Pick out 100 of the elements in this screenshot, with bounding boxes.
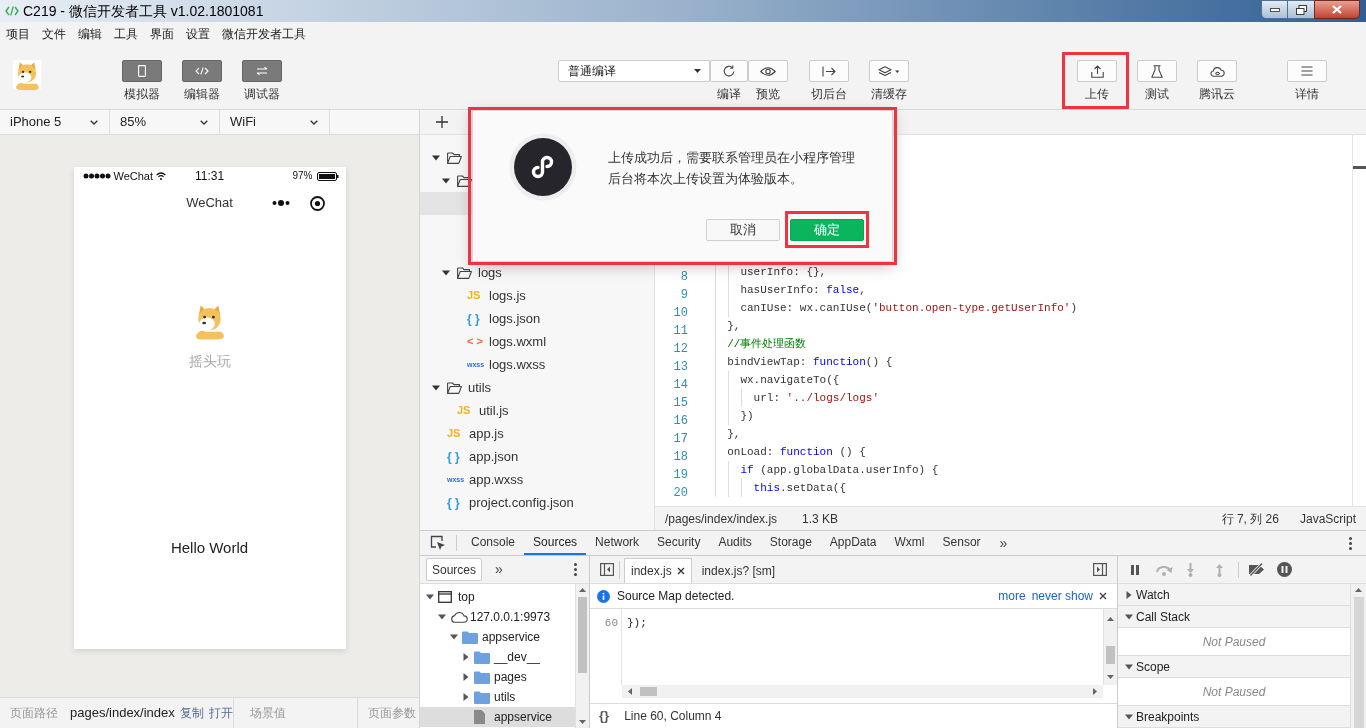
file-name[interactable]: logs.wxss <box>489 354 546 375</box>
close-icon <box>1332 5 1342 14</box>
code-line: url: '../logs/logs' <box>753 391 880 406</box>
chevron-down-icon <box>90 119 98 125</box>
caret-down-icon[interactable] <box>438 613 446 621</box>
caret-down-icon[interactable] <box>442 268 450 277</box>
clear-cache-button[interactable]: 清缓存 <box>869 46 909 101</box>
compile-button[interactable]: 编译 <box>710 46 748 101</box>
caret-down-icon[interactable] <box>1125 612 1133 621</box>
restore-button[interactable] <box>1288 0 1314 19</box>
file-name[interactable]: project.config.json <box>469 492 574 513</box>
source-tree-label[interactable]: 127.0.0.1:9973 <box>470 608 551 626</box>
caret-down-icon[interactable] <box>1125 662 1133 671</box>
background-button[interactable]: 切后台 <box>809 46 849 101</box>
folder-icon <box>474 690 490 704</box>
devtools-tab[interactable]: Audits <box>709 531 761 555</box>
caret-right-icon[interactable] <box>1125 590 1133 599</box>
pretty-print-button[interactable]: {} <box>599 706 610 726</box>
simulator-toggle-button[interactable]: 模拟器 <box>122 46 162 101</box>
caret-right-icon[interactable] <box>462 653 470 661</box>
caret-down-icon[interactable] <box>442 176 450 185</box>
debugger-toggle-button[interactable]: 调试器 <box>242 46 282 101</box>
scroll-down-arrow-icon <box>579 720 586 724</box>
menu-item[interactable]: 文件 <box>42 26 66 42</box>
infobar-link[interactable]: never show <box>1031 587 1093 605</box>
zoom-select[interactable]: 85% <box>110 110 220 134</box>
close-icon[interactable] <box>1099 592 1107 600</box>
source-tree-label[interactable]: top <box>458 588 475 606</box>
sidebar-toggle-icon[interactable] <box>600 563 614 576</box>
caret-down-icon[interactable] <box>432 383 440 392</box>
source-tab[interactable]: index.js? [sm] <box>694 558 783 583</box>
battery-percent: 97% <box>292 169 313 183</box>
network-select[interactable]: WiFi <box>220 110 330 134</box>
file-name[interactable]: app.js <box>469 423 504 444</box>
source-tree-label[interactable]: appservice <box>494 708 553 726</box>
devtools-tab[interactable]: Wxml <box>885 531 934 555</box>
device-select[interactable]: iPhone 5 <box>0 110 110 134</box>
source-tree-label[interactable]: pages <box>494 668 527 686</box>
file-name[interactable]: logs.js <box>489 285 526 306</box>
page-action-link[interactable]: 打开 <box>208 704 233 722</box>
menu-item[interactable]: 界面 <box>150 26 174 42</box>
section-header[interactable]: Scope <box>1118 656 1350 678</box>
more-dots-icon[interactable] <box>272 200 291 206</box>
minimize-button[interactable] <box>1261 0 1288 19</box>
caret-down-icon[interactable] <box>450 633 458 641</box>
preview-button[interactable]: 预览 <box>748 46 788 101</box>
devtools-tab[interactable]: Console <box>462 531 525 555</box>
details-button[interactable]: 详情 <box>1287 46 1327 101</box>
page-action-link[interactable]: 复制 <box>179 704 204 722</box>
navigator-tab[interactable]: Sources <box>426 558 483 581</box>
infobar-link[interactable]: more <box>998 587 1026 605</box>
devtools-tab[interactable]: Sensor <box>933 531 990 555</box>
file-name[interactable]: logs.json <box>489 308 541 329</box>
editor-toggle-button[interactable]: 编辑器 <box>182 46 222 101</box>
kebab-menu-icon[interactable] <box>1349 536 1352 550</box>
source-tree-label[interactable]: utils <box>494 688 516 706</box>
file-name[interactable]: app.json <box>469 446 519 467</box>
compile-mode-select[interactable]: 普通编译 <box>558 60 710 82</box>
cloud-button[interactable]: 腾讯云 <box>1197 46 1237 101</box>
more-tabs-button[interactable]: » <box>999 532 1008 554</box>
caret-down-icon[interactable] <box>426 593 434 601</box>
menu-item[interactable]: 设置 <box>186 26 210 42</box>
devtools-tab[interactable]: Storage <box>760 531 821 555</box>
menu-item[interactable]: 项目 <box>6 26 30 42</box>
devtools-tab[interactable]: Network <box>586 531 649 555</box>
file-name[interactable]: app.wxss <box>469 469 524 490</box>
caret-down-icon[interactable] <box>432 153 440 162</box>
pause-icon[interactable] <box>1129 563 1141 576</box>
inspect-icon[interactable] <box>430 535 446 551</box>
caret-down-icon[interactable] <box>1125 712 1133 721</box>
section-header[interactable]: Watch <box>1118 584 1350 606</box>
folder-name[interactable]: logs <box>478 262 502 283</box>
more-tabs-button[interactable]: » <box>495 559 503 580</box>
section-header[interactable]: Breakpoints <box>1118 706 1350 728</box>
pause-circle-icon[interactable] <box>1277 562 1292 577</box>
kebab-menu-icon[interactable] <box>574 563 577 576</box>
file-name[interactable]: logs.wxml <box>489 331 547 352</box>
menu-item[interactable]: 工具 <box>114 26 138 42</box>
breakpoint-slash-icon[interactable] <box>1247 563 1266 576</box>
sidebar-toggle-icon[interactable] <box>1093 563 1107 576</box>
test-button[interactable]: 测试 <box>1137 46 1177 101</box>
target-icon[interactable] <box>310 195 326 211</box>
upload-button[interactable]: 上传 <box>1077 46 1117 101</box>
add-icon[interactable] <box>436 116 448 128</box>
caret-right-icon[interactable] <box>462 693 470 701</box>
source-tree-label[interactable]: appservice <box>482 628 541 646</box>
menu-item[interactable]: 编辑 <box>78 26 102 42</box>
source-tab[interactable]: index.js <box>624 558 692 583</box>
close-button[interactable] <box>1314 0 1360 19</box>
caret-right-icon[interactable] <box>462 673 470 681</box>
file-name[interactable]: util.js <box>479 400 509 421</box>
devtools-tab[interactable]: AppData <box>820 531 886 555</box>
close-icon[interactable] <box>676 567 685 575</box>
devtools-tab[interactable]: Security <box>648 531 710 555</box>
source-tree-label[interactable]: __dev__ <box>494 648 541 666</box>
menu-item[interactable]: 微信开发者工具 <box>222 26 306 42</box>
selected-source-row[interactable]: appservice <box>420 707 575 727</box>
section-header[interactable]: Call Stack <box>1118 606 1350 628</box>
cancel-button[interactable]: 取消 <box>706 219 780 241</box>
folder-name[interactable]: utils <box>468 377 492 398</box>
